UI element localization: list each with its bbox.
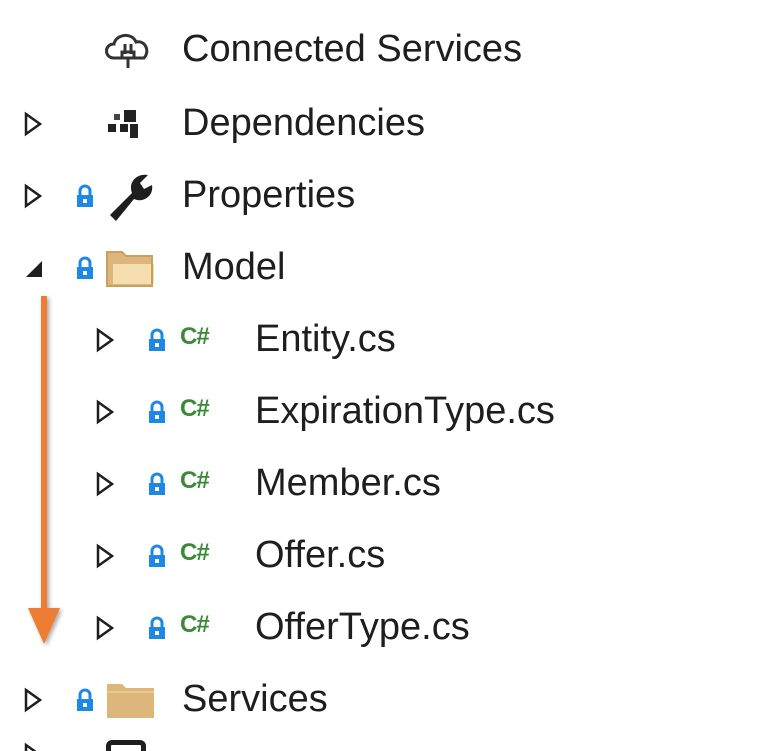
lock-icon (149, 472, 165, 495)
annotation-down-arrow-icon (28, 296, 60, 644)
csharp-file-icon: C# (180, 611, 210, 639)
csharp-file-icon: C# (180, 323, 210, 351)
tree-item-label: Services (182, 678, 328, 721)
tree-item-label: Member.cs (255, 462, 441, 505)
expand-arrow-icon[interactable] (92, 615, 118, 641)
tree-item-member-cs[interactable]: C# Member.cs (0, 454, 781, 514)
expand-arrow-icon[interactable] (92, 327, 118, 353)
tree-item-label: Dependencies (182, 102, 425, 145)
tree-item-offertype-cs[interactable]: C# OfferType.cs (0, 598, 781, 658)
tree-item-entity-cs[interactable]: C# Entity.cs (0, 310, 781, 370)
expand-arrow-icon[interactable] (92, 399, 118, 425)
dependencies-icon (108, 110, 138, 138)
tree-item-dependencies[interactable]: Dependencies (0, 94, 781, 154)
tree-item-model[interactable]: Model (0, 238, 781, 298)
expand-arrow-icon[interactable] (20, 183, 46, 209)
csharp-file-icon: C# (180, 539, 210, 567)
tree-item-properties[interactable]: Properties (0, 166, 781, 226)
tree-item-offer-cs[interactable]: C# Offer.cs (0, 526, 781, 586)
solution-explorer-tree: Connected Services Dependencies Properti… (0, 0, 781, 751)
folder-icon (107, 684, 154, 718)
tree-item-connected-services[interactable]: Connected Services (0, 20, 781, 80)
folder-open-icon (106, 251, 154, 287)
connected-services-icon (105, 34, 149, 68)
csharp-file-icon: C# (180, 467, 210, 495)
expand-arrow-icon[interactable] (92, 471, 118, 497)
lock-icon (77, 688, 93, 711)
collapse-arrow-icon[interactable] (20, 255, 46, 281)
tree-item-label: Model (182, 246, 286, 289)
tree-item-expirationtype-cs[interactable]: C# ExpirationType.cs (0, 382, 781, 442)
item-icon (106, 740, 146, 751)
csharp-file-icon: C# (180, 395, 210, 423)
tree-item-label: Properties (182, 174, 356, 217)
wrench-icon (110, 174, 153, 221)
expand-arrow-icon (24, 742, 37, 751)
expand-arrow-icon[interactable] (20, 111, 46, 137)
lock-icon (149, 544, 165, 567)
tree-item-label: Offer.cs (255, 534, 386, 577)
tree-item-label: Entity.cs (255, 318, 396, 361)
lock-icon (149, 400, 165, 423)
tree-item-label: ExpirationType.cs (255, 390, 555, 433)
expand-arrow-icon[interactable] (92, 543, 118, 569)
tree-item-partial (0, 738, 781, 751)
lock-icon (149, 328, 165, 351)
lock-icon (77, 184, 93, 207)
lock-icon (77, 256, 93, 279)
lock-icon (149, 616, 165, 639)
tree-item-label: OfferType.cs (255, 606, 470, 649)
tree-item-label: Connected Services (182, 28, 523, 71)
expand-arrow-icon[interactable] (20, 687, 46, 713)
tree-item-services[interactable]: Services (0, 670, 781, 730)
